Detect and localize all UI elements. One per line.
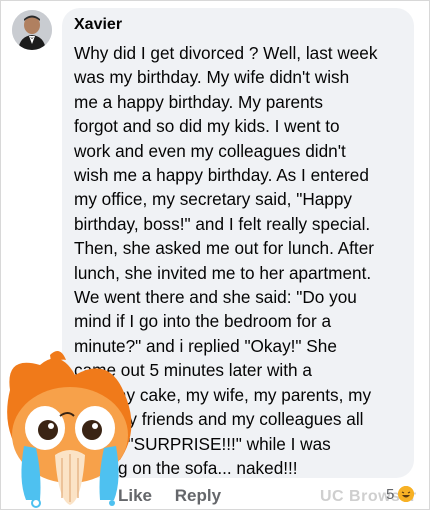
reaction-count[interactable]: 5 (386, 486, 394, 503)
comment-line: work and even my colleagues didn't (74, 140, 346, 161)
comment-line: Why did I get divorced ? Well, last week (74, 43, 378, 63)
comment-line: Then, she asked me out for lunch. After (74, 238, 374, 259)
avatar[interactable] (12, 10, 52, 50)
comment-line: me a happy birthday. My parents (74, 91, 324, 112)
comment-line: forgot and so did my kids. I went to (74, 116, 340, 137)
comment-line: was my birthday. My wife didn't wish (74, 67, 350, 88)
laughing-emoji-icon[interactable] (398, 486, 414, 502)
crying-squirrel-sticker (0, 350, 145, 510)
comment-line: wish me a happy birthday. As I entered (74, 165, 369, 186)
reply-button[interactable]: Reply (175, 486, 221, 505)
comment-line: We went there and she said: "Do you (74, 287, 357, 308)
comment-line: lunch, she invited me to her apartment. (74, 262, 372, 283)
comment-author[interactable]: Xavier (74, 16, 122, 34)
comment-line: birthday, boss!" and I felt really speci… (74, 213, 371, 234)
comment-line: my office, my secretary said, "Happy (74, 189, 353, 210)
comment-line: mind if I go into the bedroom for a (74, 311, 331, 332)
